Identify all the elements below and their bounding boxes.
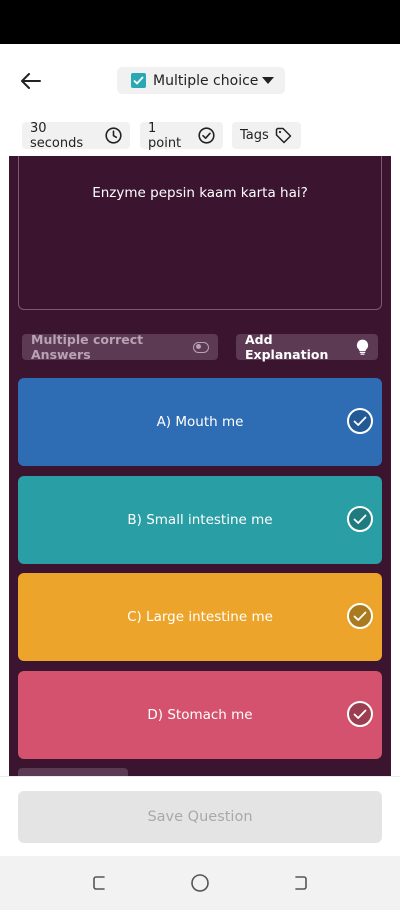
tags-chip[interactable]: Tags <box>232 122 301 149</box>
footer: Save Question <box>0 776 400 856</box>
question-input[interactable]: Enzyme pepsin kaam karta hai? <box>18 156 382 310</box>
check-circle-icon[interactable] <box>347 408 373 434</box>
answer-option-c[interactable]: C) Large intestine me <box>18 573 382 661</box>
check-circle-icon <box>198 127 215 144</box>
time-limit-chip[interactable]: 30 seconds <box>22 120 130 151</box>
home-icon <box>191 874 209 892</box>
checkbox-icon <box>131 73 146 88</box>
multiple-correct-toggle[interactable]: Multiple correct Answers <box>22 332 218 362</box>
status-bar <box>0 0 400 44</box>
clock-icon <box>105 127 122 144</box>
answer-option-d[interactable]: D) Stomach me <box>18 671 382 759</box>
points-chip[interactable]: 1 point <box>140 120 223 151</box>
back-nav-icon <box>295 876 307 890</box>
back-nav-button[interactable] <box>290 873 310 893</box>
recent-apps-button[interactable] <box>90 873 110 893</box>
system-nav-bar <box>0 856 400 910</box>
question-text: Enzyme pepsin kaam karta hai? <box>92 185 308 201</box>
question-type-dropdown[interactable]: Multiple choice <box>117 67 285 94</box>
answer-option-b[interactable]: B) Small intestine me <box>18 476 382 564</box>
question-type-label: Multiple choice <box>153 72 259 89</box>
answer-option-text: C) Large intestine me <box>127 609 273 625</box>
editor-header: Multiple choice 30 seconds 1 point Tags <box>0 44 400 156</box>
answer-option-a[interactable]: A) Mouth me <box>18 378 382 466</box>
lightbulb-icon <box>356 339 369 355</box>
multiple-correct-label: Multiple correct Answers <box>31 332 144 362</box>
check-circle-icon[interactable] <box>347 603 373 629</box>
points-label: 1 point <box>148 120 182 151</box>
back-button[interactable] <box>18 68 44 94</box>
recent-apps-icon <box>93 876 105 890</box>
tags-label: Tags <box>240 128 269 143</box>
add-explanation-label: Add Explanation <box>245 332 329 362</box>
toggle-icon <box>193 341 209 353</box>
add-option-button[interactable] <box>18 768 128 776</box>
time-limit-label: 30 seconds <box>30 120 84 151</box>
home-button[interactable] <box>190 873 210 893</box>
answer-option-text: D) Stomach me <box>147 707 253 723</box>
check-circle-icon[interactable] <box>347 701 373 727</box>
check-circle-icon[interactable] <box>347 506 373 532</box>
tag-icon <box>275 127 292 144</box>
save-question-button[interactable]: Save Question <box>18 791 382 843</box>
answer-option-text: B) Small intestine me <box>127 512 273 528</box>
question-editor: Enzyme pepsin kaam karta hai? Multiple c… <box>9 156 391 776</box>
add-explanation-button[interactable]: Add Explanation <box>236 332 378 362</box>
arrow-left-icon <box>21 73 41 89</box>
answer-option-text: A) Mouth me <box>156 414 244 430</box>
chevron-down-icon <box>262 77 274 84</box>
